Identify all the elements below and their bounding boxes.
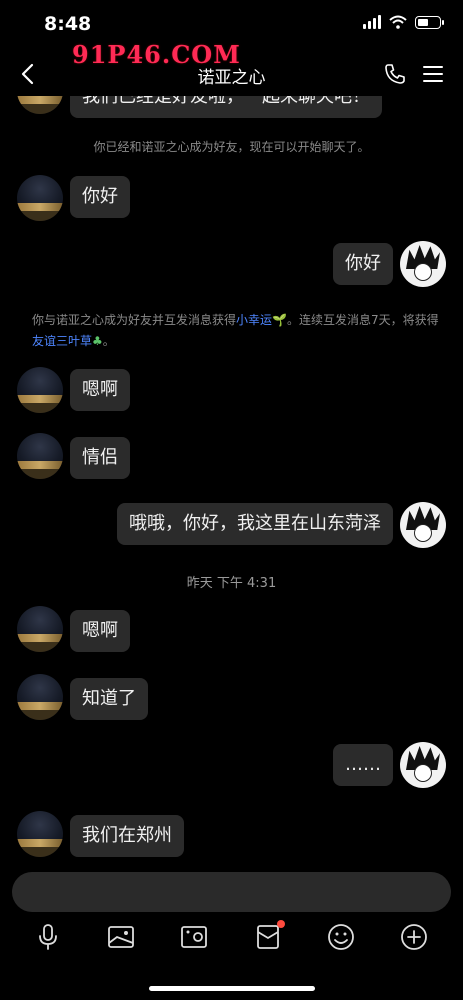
reward-text: 。连续互发消息7天，将获得: [286, 313, 439, 327]
reward-link-clover[interactable]: 友谊三叶草: [32, 334, 92, 348]
red-packet-button[interactable]: [253, 920, 285, 952]
clover-icon: ♣: [92, 334, 103, 348]
input-toolbar: [0, 918, 463, 958]
message-bubble-received[interactable]: 知道了: [70, 678, 148, 720]
contact-avatar[interactable]: [17, 674, 63, 720]
battery-icon: [415, 15, 444, 29]
contact-avatar[interactable]: [17, 367, 63, 413]
contact-avatar[interactable]: [17, 175, 63, 221]
message-bubble-received[interactable]: 我们在郑州: [70, 815, 184, 857]
message-input[interactable]: [12, 872, 451, 912]
message-bubble-sent[interactable]: 哦哦，你好，我这里在山东菏泽: [117, 503, 393, 545]
message-bubble-received[interactable]: 我们已经是好友啦，一起来聊天吧！: [70, 96, 382, 118]
plus-icon[interactable]: [399, 922, 429, 952]
timestamp-divider: 昨天 下午 4:31: [186, 576, 277, 591]
system-reward-message: 你与诺亚之心成为好友并互发消息获得小幸运🌱。连续互发消息7天，将获得友谊三叶草♣…: [32, 310, 442, 352]
nav-bar: 诺亚之心: [0, 52, 463, 96]
reward-text: 。: [102, 334, 115, 348]
message-bubble-received[interactable]: 嗯啊: [70, 610, 130, 652]
wifi-icon: [389, 15, 407, 29]
sprout-icon: 🌱: [272, 313, 287, 327]
message-bubble-sent[interactable]: 你好: [333, 243, 393, 285]
my-avatar[interactable]: [400, 241, 446, 287]
my-avatar[interactable]: [400, 502, 446, 548]
system-message: 你已经和诺亚之心成为好友，现在可以开始聊天了。: [93, 140, 370, 154]
message-bubble-received[interactable]: 嗯啊: [70, 369, 130, 411]
reward-text: 你与诺亚之心成为好友并互发消息获得: [32, 313, 237, 327]
microphone-icon[interactable]: [33, 922, 63, 952]
image-icon[interactable]: [106, 922, 136, 952]
message-bubble-received[interactable]: 你好: [70, 176, 130, 218]
my-avatar[interactable]: [400, 742, 446, 788]
contact-avatar[interactable]: [17, 433, 63, 479]
contact-avatar[interactable]: [17, 811, 63, 857]
chat-message-list[interactable]: 我们已经是好友啦，一起来聊天吧！ 你已经和诺亚之心成为好友，现在可以开始聊天了。…: [0, 96, 463, 860]
message-bubble-sent[interactable]: ……: [333, 744, 393, 786]
phone-icon[interactable]: [383, 62, 407, 86]
signal-icon: [363, 15, 381, 29]
message-bubble-received[interactable]: 情侣: [70, 437, 130, 479]
notification-dot: [277, 920, 285, 928]
emoji-icon[interactable]: [326, 922, 356, 952]
status-icons: [363, 15, 444, 29]
home-indicator[interactable]: [149, 986, 315, 991]
hamburger-menu-icon[interactable]: [421, 62, 445, 86]
reward-link-lucky[interactable]: 小幸运: [236, 313, 272, 327]
contact-avatar[interactable]: [17, 606, 63, 652]
contact-avatar[interactable]: [17, 96, 63, 114]
status-time: 8:48: [44, 13, 92, 35]
camera-icon[interactable]: [179, 922, 209, 952]
